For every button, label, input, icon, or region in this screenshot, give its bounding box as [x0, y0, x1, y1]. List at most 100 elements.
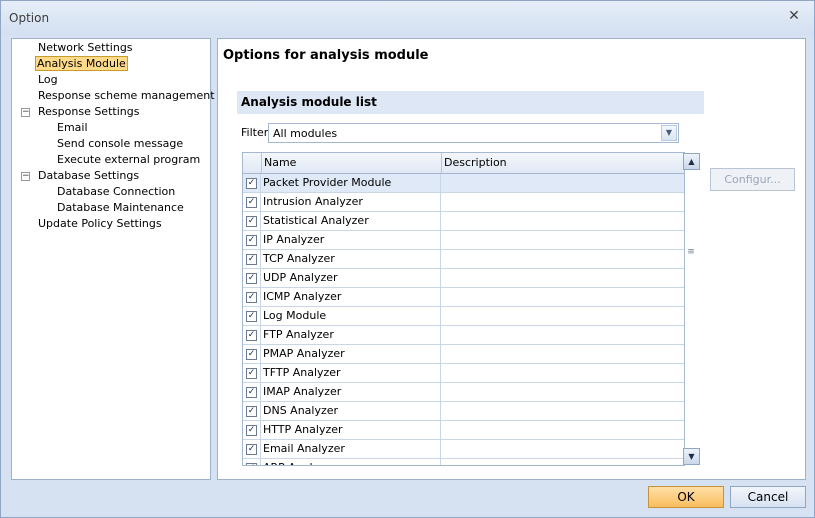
settings-tree: Network Settings Analysis Module Log Res… [11, 38, 215, 480]
row-name: FTP Analyzer [262, 326, 441, 344]
tree-item-send-console-message[interactable]: Send console message [56, 136, 184, 151]
row-description [442, 288, 684, 306]
table-row[interactable]: ✓ Email Analyzer [243, 440, 684, 459]
window-title: Option [9, 11, 50, 25]
table-row[interactable]: ✓ IMAP Analyzer [243, 383, 684, 402]
row-checkbox[interactable]: ✓ [246, 292, 257, 303]
tree-item-execute-external-program[interactable]: Execute external program [56, 152, 201, 167]
scroll-down-icon[interactable]: ▼ [683, 448, 700, 465]
configure-button: Configur... [710, 168, 795, 191]
table-header: Name Description [243, 153, 684, 174]
row-checkbox[interactable]: ✓ [246, 387, 257, 398]
row-description [442, 459, 684, 465]
row-description [442, 345, 684, 363]
grip-icon[interactable]: ≡ [686, 247, 696, 257]
row-check-cell: ✓ [243, 307, 261, 325]
row-description [442, 364, 684, 382]
row-check-cell: ✓ [243, 269, 261, 287]
table-row[interactable]: ✓ IP Analyzer [243, 231, 684, 250]
tree-item-network-settings[interactable]: Network Settings [37, 40, 134, 55]
row-check-cell: ✓ [243, 440, 261, 458]
tree-item-email[interactable]: Email [56, 120, 89, 135]
row-name: IMAP Analyzer [262, 383, 441, 401]
row-checkbox[interactable]: ✓ [246, 425, 257, 436]
table-row[interactable]: ✓ ARP Analyzer [243, 459, 684, 465]
table-row[interactable]: ✓ HTTP Analyzer [243, 421, 684, 440]
table-row[interactable]: ✓ FTP Analyzer [243, 326, 684, 345]
header-description[interactable]: Description [442, 153, 684, 173]
row-name: IP Analyzer [262, 231, 441, 249]
row-name: DNS Analyzer [262, 402, 441, 420]
table-row[interactable]: ✓ TFTP Analyzer [243, 364, 684, 383]
row-check-cell: ✓ [243, 383, 261, 401]
row-check-cell: ✓ [243, 212, 261, 230]
row-check-cell: ✓ [243, 402, 261, 420]
row-description [442, 440, 684, 458]
row-checkbox[interactable]: ✓ [246, 273, 257, 284]
row-checkbox[interactable]: ✓ [246, 254, 257, 265]
tree-item-analysis-module[interactable]: Analysis Module [35, 56, 128, 71]
table-row[interactable]: ✓ TCP Analyzer [243, 250, 684, 269]
collapse-icon[interactable]: − [21, 108, 30, 117]
tree-item-log[interactable]: Log [37, 72, 59, 87]
scroll-up-icon[interactable]: ▲ [683, 153, 700, 170]
row-description [442, 212, 684, 230]
row-checkbox[interactable]: ✓ [246, 216, 257, 227]
tree-item-database-connection[interactable]: Database Connection [56, 184, 176, 199]
row-description [442, 402, 684, 420]
row-description [442, 193, 684, 211]
content-panel: Options for analysis module Analysis mod… [217, 38, 806, 480]
table-row[interactable]: ✓ ICMP Analyzer [243, 288, 684, 307]
filter-label: Filter [241, 126, 269, 139]
row-check-cell: ✓ [243, 174, 261, 192]
header-name[interactable]: Name [262, 153, 442, 173]
collapse-icon[interactable]: − [21, 172, 30, 181]
row-check-cell: ✓ [243, 231, 261, 249]
row-check-cell: ✓ [243, 345, 261, 363]
row-checkbox[interactable]: ✓ [246, 463, 257, 465]
option-dialog: Option ✕ Network Settings Analysis Modul… [0, 0, 815, 518]
row-checkbox[interactable]: ✓ [246, 330, 257, 341]
table-row[interactable]: ✓ DNS Analyzer [243, 402, 684, 421]
tree-item-database-maintenance[interactable]: Database Maintenance [56, 200, 185, 215]
close-icon[interactable]: ✕ [786, 8, 802, 24]
row-description [442, 250, 684, 268]
row-checkbox[interactable]: ✓ [246, 349, 257, 360]
chevron-down-icon[interactable]: ▼ [661, 125, 677, 141]
row-name: Intrusion Analyzer [262, 193, 441, 211]
row-checkbox[interactable]: ✓ [246, 178, 257, 189]
row-description [442, 383, 684, 401]
table-row[interactable]: ✓ Log Module [243, 307, 684, 326]
table-row[interactable]: ✓ PMAP Analyzer [243, 345, 684, 364]
row-description [442, 326, 684, 344]
cancel-button[interactable]: Cancel [730, 486, 806, 508]
row-check-cell: ✓ [243, 364, 261, 382]
tree-item-database-settings[interactable]: Database Settings [37, 168, 140, 183]
title-bar: Option ✕ [1, 1, 814, 35]
tree-item-update-policy-settings[interactable]: Update Policy Settings [37, 216, 163, 231]
row-name: PMAP Analyzer [262, 345, 441, 363]
row-checkbox[interactable]: ✓ [246, 197, 257, 208]
tree-item-response-scheme-management[interactable]: Response scheme management [37, 88, 216, 103]
row-name: Statistical Analyzer [262, 212, 441, 230]
filter-dropdown[interactable]: All modules ▼ [268, 123, 679, 143]
table-row[interactable]: ✓ Statistical Analyzer [243, 212, 684, 231]
row-check-cell: ✓ [243, 326, 261, 344]
row-name: HTTP Analyzer [262, 421, 441, 439]
row-check-cell: ✓ [243, 193, 261, 211]
row-checkbox[interactable]: ✓ [246, 444, 257, 455]
row-checkbox[interactable]: ✓ [246, 406, 257, 417]
tree-item-response-settings[interactable]: Response Settings [37, 104, 140, 119]
row-check-cell: ✓ [243, 288, 261, 306]
table-row[interactable]: ✓ Packet Provider Module [243, 174, 684, 193]
ok-button[interactable]: OK [648, 486, 724, 508]
module-table: Name Description ✓ Packet Provider Module… [242, 152, 685, 466]
table-row[interactable]: ✓ Intrusion Analyzer [243, 193, 684, 212]
row-checkbox[interactable]: ✓ [246, 311, 257, 322]
row-check-cell: ✓ [243, 421, 261, 439]
row-name: TCP Analyzer [262, 250, 441, 268]
table-row[interactable]: ✓ UDP Analyzer [243, 269, 684, 288]
row-checkbox[interactable]: ✓ [246, 368, 257, 379]
row-checkbox[interactable]: ✓ [246, 235, 257, 246]
row-description [442, 174, 684, 192]
